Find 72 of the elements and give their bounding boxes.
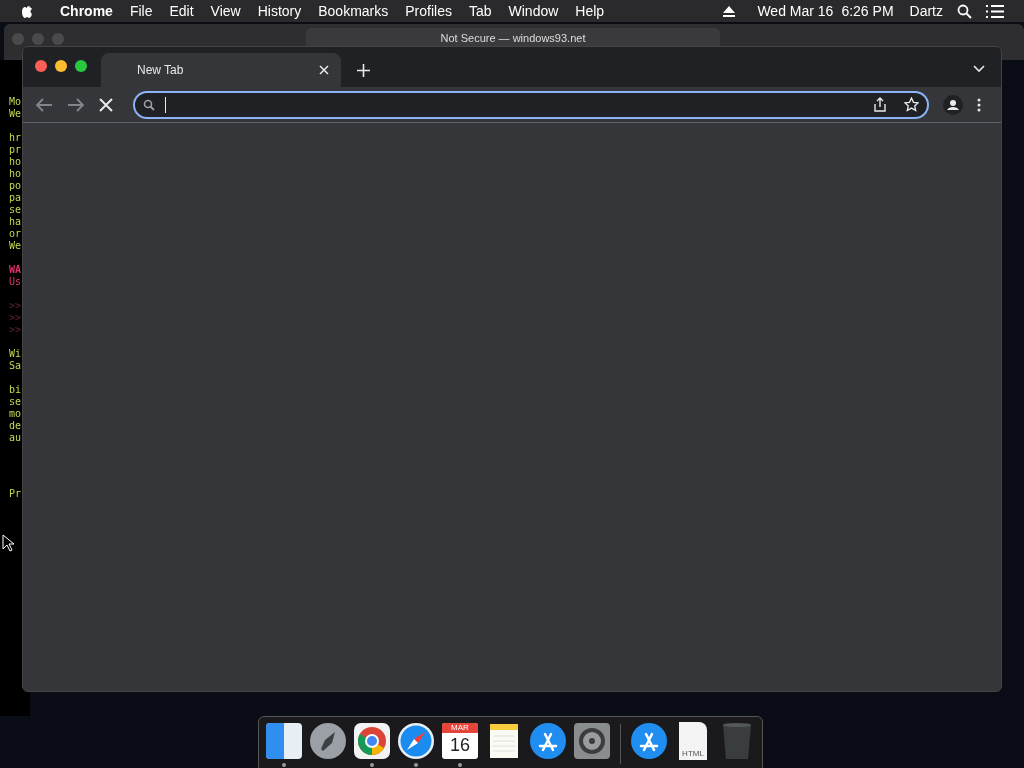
terminal-line: Wi xyxy=(9,348,22,360)
terminal-line: se xyxy=(9,204,22,216)
terminal-line: Pr xyxy=(9,488,22,500)
terminal-line: Mo xyxy=(9,96,22,108)
eject-icon[interactable] xyxy=(723,5,736,17)
close-window-button[interactable] xyxy=(35,60,47,72)
menu-date[interactable]: Wed Mar 16 xyxy=(757,0,834,22)
menu-time[interactable]: 6:26 PM xyxy=(841,0,894,22)
app-store-icon[interactable] xyxy=(529,722,567,760)
menu-item[interactable]: File xyxy=(129,0,153,22)
terminal-line: WA xyxy=(9,264,22,276)
file-type-label: HTML xyxy=(682,749,704,758)
terminal-line: Us xyxy=(9,276,22,288)
terminal-line: We xyxy=(9,240,22,252)
menu-item[interactable]: Help xyxy=(575,0,605,22)
close-tab-icon[interactable] xyxy=(319,65,329,75)
menu-item[interactable]: History xyxy=(257,0,302,22)
forward-icon[interactable] xyxy=(67,96,85,113)
terminal-line: >> xyxy=(9,300,22,312)
document-icon[interactable]: HTML xyxy=(679,722,707,760)
share-icon[interactable] xyxy=(874,97,886,112)
menu-item[interactable]: Bookmarks xyxy=(318,0,389,22)
search-icon xyxy=(143,98,155,111)
terminal-line: hr xyxy=(9,132,22,144)
terminal-line: se xyxy=(9,396,22,408)
terminal-line: bi xyxy=(9,384,22,396)
terminal-line: or xyxy=(9,228,22,240)
finder-icon[interactable] xyxy=(265,722,303,760)
calendar-day: 16 xyxy=(450,733,470,757)
terminal-line: pr xyxy=(9,144,22,156)
chrome-icon[interactable] xyxy=(353,722,391,760)
text-cursor xyxy=(165,96,166,113)
tab-title: New Tab xyxy=(137,62,185,79)
search-icon[interactable] xyxy=(957,3,972,19)
app-store-icon[interactable] xyxy=(630,722,668,760)
menu-item[interactable]: Edit xyxy=(169,0,194,22)
terminal-line: pa xyxy=(9,192,22,204)
new-tab-icon[interactable] xyxy=(357,64,370,77)
trash-icon[interactable] xyxy=(721,722,753,760)
menu-user[interactable]: Dartz xyxy=(909,0,943,22)
zoom-window-button[interactable] xyxy=(75,60,87,72)
terminal-line: >> xyxy=(9,324,22,336)
terminal-line: po xyxy=(9,180,22,192)
terminal-line: We xyxy=(9,108,22,120)
apple-icon[interactable] xyxy=(20,3,34,19)
more-menu-icon[interactable] xyxy=(977,97,981,112)
bookmark-star-icon[interactable] xyxy=(904,97,919,112)
stop-icon[interactable] xyxy=(99,97,113,112)
terminal-line: mo xyxy=(9,408,22,420)
tab-search-icon[interactable] xyxy=(973,65,985,73)
back-icon[interactable] xyxy=(35,96,53,113)
minimize-window-button[interactable] xyxy=(55,60,67,72)
menu-item[interactable]: View xyxy=(210,0,241,22)
terminal-line: Sa xyxy=(9,360,22,372)
menu-item[interactable]: Profiles xyxy=(405,0,452,22)
terminal-line: au xyxy=(9,432,22,444)
terminal-line: ha xyxy=(9,216,22,228)
terminal-line: ho xyxy=(9,156,22,168)
compass-icon[interactable] xyxy=(397,722,435,760)
terminal-line: de xyxy=(9,420,22,432)
browser-tab[interactable]: New Tab xyxy=(101,53,341,87)
address-text: Not Secure — windows93.net xyxy=(440,32,586,46)
menu-app-name[interactable]: Chrome xyxy=(60,0,113,22)
menu-item[interactable]: Tab xyxy=(468,0,492,22)
calendar-icon[interactable]: MAR 16 xyxy=(442,723,478,759)
calendar-month: MAR xyxy=(442,723,478,733)
menu-item[interactable]: Window xyxy=(508,0,559,22)
terminal-line: >> xyxy=(9,312,22,324)
address-field[interactable] xyxy=(133,90,929,119)
terminal-line: ho xyxy=(9,168,22,180)
list-icon[interactable] xyxy=(986,4,1004,18)
profile-icon[interactable] xyxy=(943,94,963,115)
